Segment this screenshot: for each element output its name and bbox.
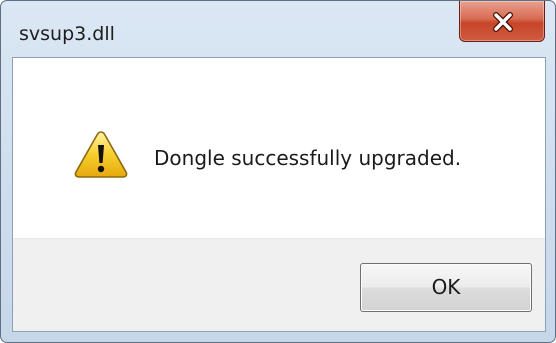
- message-panel: Dongle successfully upgraded.: [13, 58, 545, 238]
- ok-button[interactable]: OK: [360, 263, 532, 312]
- message-text: Dongle successfully upgraded.: [154, 146, 462, 170]
- window-title: svsup3.dll: [19, 23, 115, 45]
- dialog-client-area: Dongle successfully upgraded. OK: [12, 57, 546, 332]
- close-button[interactable]: [459, 1, 545, 42]
- warning-icon: [74, 131, 128, 178]
- close-icon: [493, 12, 513, 32]
- dialog-window: svsup3.dll Dongle successfully upgraded.…: [0, 0, 556, 343]
- button-bar: OK: [13, 238, 545, 331]
- title-bar[interactable]: svsup3.dll: [1, 1, 555, 45]
